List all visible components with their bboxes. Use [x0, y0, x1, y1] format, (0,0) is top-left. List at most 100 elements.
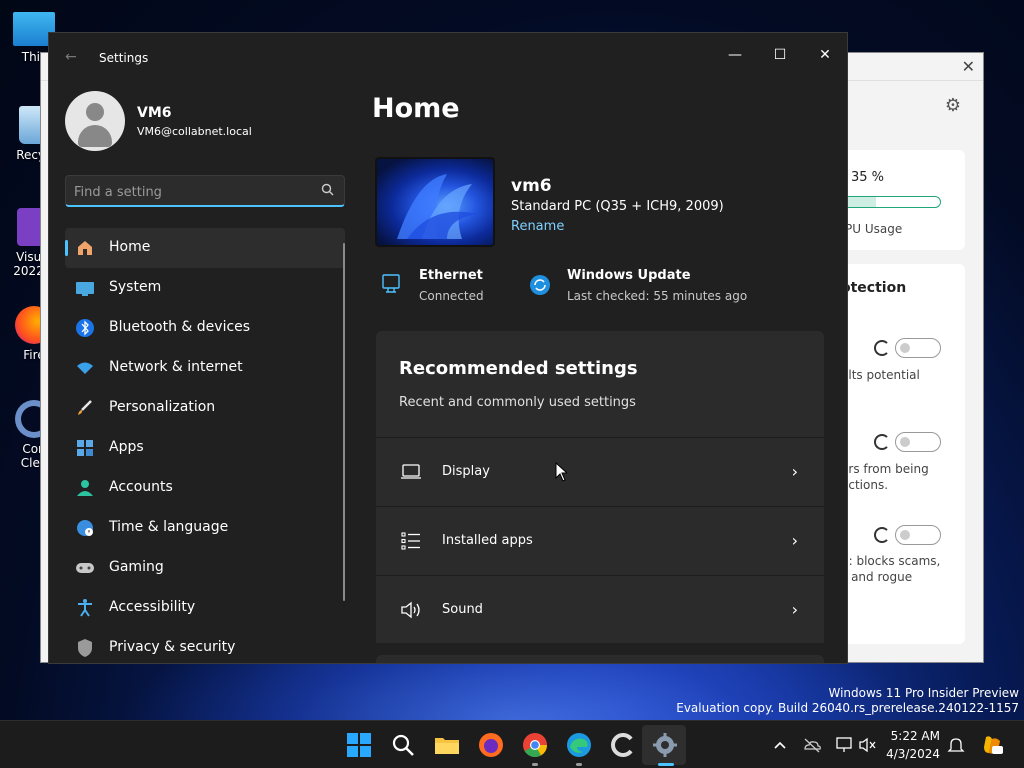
maximize-button[interactable]: ☐ [760, 41, 800, 69]
brush-icon [78, 400, 92, 415]
cpu-progress-bar [841, 196, 941, 208]
active-indicator [658, 763, 674, 766]
sidebar-item-home[interactable]: Home [65, 228, 345, 268]
file-explorer-icon[interactable] [433, 731, 461, 759]
sidebar-item-apps[interactable]: Apps [65, 428, 345, 468]
rename-link[interactable]: Rename [511, 219, 564, 234]
cpu-percent: 35 % [851, 170, 885, 185]
sidebar-item-label: Time & language [109, 519, 229, 535]
bluetooth-icon [76, 319, 94, 337]
chevron-right-icon: › [791, 531, 798, 550]
protection-text: alts potential [841, 368, 920, 382]
edge-icon[interactable] [565, 731, 593, 759]
gear-icon[interactable]: ⚙ [945, 95, 961, 116]
recommended-item-label: Installed apps [442, 533, 533, 548]
next-section-card [376, 655, 824, 663]
device-wallpaper-thumbnail [375, 157, 495, 247]
build-watermark-line1: Windows 11 Pro Insider Preview [828, 686, 1019, 700]
windows-update-icon[interactable] [529, 274, 551, 296]
chevron-right-icon: › [791, 462, 798, 481]
avatar[interactable] [65, 91, 125, 151]
wifi-icon [77, 362, 93, 374]
window-title: Settings [99, 51, 149, 65]
protection-text: ers from being [841, 462, 929, 476]
cpu-label: PU Usage [845, 222, 903, 236]
running-indicator [532, 763, 538, 766]
protection-title: otection [841, 280, 907, 296]
search-box[interactable] [65, 175, 345, 207]
close-button[interactable]: ✕ [805, 41, 845, 69]
sidebar-item-network[interactable]: Network & internet [65, 348, 345, 388]
start-icon[interactable] [345, 731, 373, 759]
shield-icon [78, 639, 92, 657]
network-icon[interactable] [834, 735, 854, 755]
chevron-up-icon[interactable] [770, 735, 790, 755]
search-input[interactable] [74, 182, 304, 202]
system-icon [76, 282, 94, 296]
page-title: Home [372, 93, 460, 124]
sidebar-item-label: Apps [109, 439, 144, 455]
recommended-item-label: Display [442, 464, 490, 479]
speaker-icon [401, 601, 420, 619]
back-arrow-icon[interactable]: ← [65, 49, 77, 65]
protection-toggle[interactable] [895, 432, 941, 452]
sidebar-item-label: Bluetooth & devices [109, 319, 251, 335]
title-bar[interactable]: ← Settings — ☐ ✕ [49, 33, 847, 81]
chrome-icon[interactable] [521, 731, 549, 759]
ccleaner-icon[interactable] [609, 731, 637, 759]
protection-toggle[interactable] [895, 525, 941, 545]
clock-time[interactable]: 5:22 AM [891, 729, 940, 743]
loading-spinner-icon [874, 340, 890, 356]
accessibility-icon [78, 599, 92, 617]
windows-update-status: Last checked: 55 minutes ago [567, 289, 748, 303]
sidebar-item-accounts[interactable]: Accounts [65, 468, 345, 508]
sidebar-item-time-language[interactable]: Time & language [65, 508, 345, 548]
onedrive-icon[interactable] [802, 735, 822, 755]
search-icon[interactable] [389, 731, 417, 759]
ethernet-status: Connected [419, 289, 484, 303]
sidebar-item-label: Accounts [109, 479, 173, 495]
ethernet-icon[interactable] [381, 273, 403, 295]
settings-window[interactable]: ← Settings — ☐ ✕ VM6 VM6@collabnet.local… [48, 32, 848, 664]
loading-spinner-icon [874, 527, 890, 543]
sidebar-item-label: Personalization [109, 399, 216, 415]
sidebar-scrollbar[interactable] [343, 243, 345, 601]
sidebar-item-label: Network & internet [109, 359, 243, 375]
minimize-button[interactable]: — [715, 41, 755, 69]
recommended-subtitle: Recent and commonly used settings [399, 395, 636, 410]
copilot-icon[interactable] [980, 733, 1004, 757]
firefox-icon[interactable] [477, 731, 505, 759]
volume-muted-icon[interactable] [858, 735, 878, 755]
settings-icon[interactable] [651, 731, 679, 759]
recommended-item-display[interactable]: Display › [376, 437, 824, 505]
sidebar-item-label: Accessibility [109, 599, 196, 615]
sidebar-item-bluetooth[interactable]: Bluetooth & devices [65, 308, 345, 348]
recommended-item-label: Sound [442, 602, 483, 617]
sidebar-item-label: Gaming [109, 559, 164, 575]
protection-text: g: blocks scams, [841, 554, 941, 568]
clock-date[interactable]: 4/3/2024 [886, 747, 940, 761]
mouse-cursor-icon [555, 462, 567, 482]
ethernet-title[interactable]: Ethernet [419, 268, 483, 283]
sidebar-item-system[interactable]: System [65, 268, 345, 308]
protection-text: ections. [841, 478, 889, 492]
recommended-item-installed-apps[interactable]: Installed apps › [376, 506, 824, 574]
device-name: vm6 [511, 176, 552, 196]
sidebar-item-label: Home [109, 239, 151, 255]
taskbar: 5:22 AM 4/3/2024 [0, 720, 1024, 768]
chevron-right-icon: › [791, 600, 798, 619]
recommended-settings-card: Recommended settings Recent and commonly… [376, 331, 824, 643]
apps-icon [77, 440, 93, 456]
profile-email: VM6@collabnet.local [137, 125, 252, 138]
windows-update-title[interactable]: Windows Update [567, 268, 691, 283]
sidebar-item-privacy[interactable]: Privacy & security [65, 628, 345, 663]
search-icon[interactable] [320, 182, 336, 198]
recommended-item-sound[interactable]: Sound › [376, 575, 824, 643]
close-icon[interactable]: ✕ [962, 57, 975, 76]
protection-toggle[interactable] [895, 338, 941, 358]
sidebar-item-gaming[interactable]: Gaming [65, 548, 345, 588]
sidebar-item-accessibility[interactable]: Accessibility [65, 588, 345, 628]
sidebar-item-personalization[interactable]: Personalization [65, 388, 345, 428]
running-indicator [576, 763, 582, 766]
notification-bell-icon[interactable] [946, 735, 966, 755]
